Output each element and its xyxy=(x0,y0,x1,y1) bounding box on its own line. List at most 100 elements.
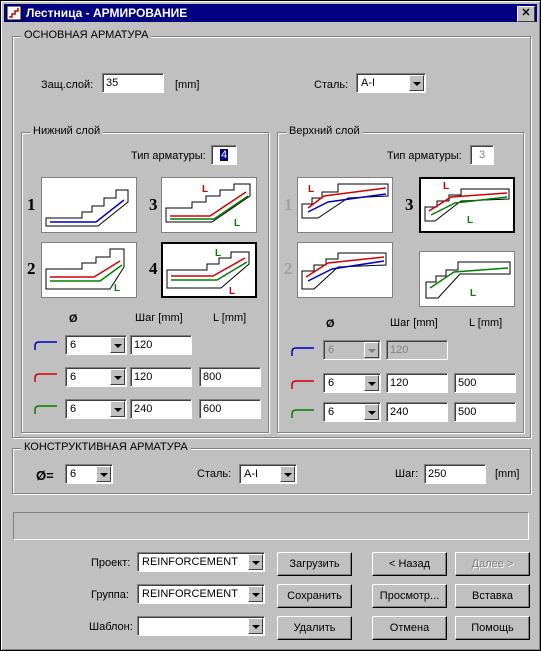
scheme-drawing: L xyxy=(45,248,125,294)
lower-row3-len[interactable]: 600 xyxy=(199,399,261,419)
chevron-down-icon[interactable] xyxy=(110,369,125,385)
load-button[interactable]: Загрузить xyxy=(277,552,352,576)
delete-button[interactable]: Удалить xyxy=(277,616,352,640)
preview-button[interactable]: Просмотр... xyxy=(372,584,447,608)
chevron-down-icon[interactable] xyxy=(364,375,379,391)
constructive-dia-label: Ø= xyxy=(36,468,54,483)
lower-len-header: L [mm] xyxy=(213,312,247,324)
upper-scheme-3[interactable]: L L xyxy=(419,177,515,233)
upper-layer-label: Верхний слой xyxy=(286,125,363,137)
next-button[interactable]: Далее > xyxy=(455,552,530,576)
close-icon: ✕ xyxy=(521,7,531,19)
cancel-button[interactable]: Отмена xyxy=(372,616,447,640)
chevron-down-icon[interactable] xyxy=(248,554,263,570)
lower-scheme-2[interactable]: L xyxy=(41,242,137,298)
upper-scheme-4[interactable]: L xyxy=(419,251,515,307)
upper-step-header: Шаг [mm] xyxy=(390,317,438,329)
chevron-down-icon[interactable] xyxy=(248,618,263,634)
lower-row1-step[interactable]: 120 xyxy=(130,335,192,355)
upper-scheme-2[interactable] xyxy=(297,242,393,298)
upper-row2-step[interactable]: 120 xyxy=(386,373,448,393)
template-label: Шаблон: xyxy=(89,621,133,633)
rebar-red-hook-icon xyxy=(34,373,57,382)
constructive-step-label: Шаг: xyxy=(395,468,419,480)
lower-dia-header: Ø xyxy=(69,313,78,325)
constructive-step-input[interactable]: 250 xyxy=(424,464,486,484)
lower-row3-dia[interactable]: 6 xyxy=(65,399,127,419)
upper-row2-len[interactable]: 500 xyxy=(454,373,516,393)
upper-len-header: L [mm] xyxy=(469,317,503,329)
chevron-down-icon[interactable] xyxy=(364,404,379,420)
constructive-step-unit: [mm] xyxy=(495,468,520,480)
template-select[interactable] xyxy=(137,616,265,636)
cover-label: Защ.слой: xyxy=(41,79,94,91)
chevron-down-icon[interactable] xyxy=(248,586,263,602)
project-select[interactable]: REINFORCEMENT xyxy=(137,552,265,572)
upper-row1-dia[interactable]: 6 xyxy=(323,340,381,360)
rebar-green-hook-icon xyxy=(34,405,57,414)
upper-row1-step[interactable]: 120 xyxy=(386,340,448,360)
lower-type-label: Тип арматуры: xyxy=(131,150,206,162)
insert-button[interactable]: Вставка xyxy=(455,584,530,608)
svg-text:L: L xyxy=(470,288,476,299)
svg-text:L: L xyxy=(308,184,314,195)
upper-row3-step[interactable]: 240 xyxy=(386,402,448,422)
lower-row3-step[interactable]: 240 xyxy=(130,399,192,419)
lower-scheme-3[interactable]: L L xyxy=(161,177,257,233)
constructive-steel-select[interactable]: A-I xyxy=(239,464,297,484)
upper-row2-dia[interactable]: 6 xyxy=(323,373,381,393)
upper-type-input[interactable]: 3 xyxy=(470,145,494,165)
dialog-window: Лестница - АРМИРОВАНИЕ ✕ ОСНОВНАЯ АРМАТУ… xyxy=(0,0,541,651)
upper-dia-header: Ø xyxy=(326,318,335,330)
save-button[interactable]: Сохранить xyxy=(277,584,352,608)
window-title: Лестница - АРМИРОВАНИЕ xyxy=(26,6,188,20)
close-button[interactable]: ✕ xyxy=(517,6,535,22)
steel-label: Сталь: xyxy=(314,79,349,91)
back-button[interactable]: < Назад xyxy=(372,552,447,576)
upper-row2-dia-value: 6 xyxy=(328,377,335,389)
svg-text:L: L xyxy=(215,248,221,259)
lower-row2-len[interactable]: 800 xyxy=(199,367,261,387)
scheme-drawing xyxy=(301,252,387,290)
cover-unit: [mm] xyxy=(175,79,200,91)
lower-row1-dia-value: 6 xyxy=(70,339,77,351)
scheme-number: 1 xyxy=(27,195,36,214)
svg-text:L: L xyxy=(229,286,235,296)
upper-row3-len[interactable]: 500 xyxy=(454,402,516,422)
upper-type-label: Тип арматуры: xyxy=(387,150,462,162)
lower-step-header: Шаг [mm] xyxy=(135,312,183,324)
chevron-down-icon[interactable] xyxy=(364,342,379,358)
constructive-label: КОНСТРУКТИВНАЯ АРМАТУРА xyxy=(21,441,191,453)
group-select[interactable]: REINFORCEMENT xyxy=(137,584,265,604)
svg-text:L: L xyxy=(467,215,473,226)
lower-scheme-4[interactable]: L L xyxy=(161,242,257,298)
scheme-number: 3 xyxy=(405,195,414,214)
scheme-number: 2 xyxy=(284,259,293,278)
status-bar xyxy=(13,512,529,540)
upper-scheme-1[interactable]: L xyxy=(297,177,393,233)
svg-text:L: L xyxy=(443,181,449,192)
group-label: Группа: xyxy=(91,589,129,601)
help-button[interactable]: Помощь xyxy=(455,616,530,640)
scheme-drawing: L xyxy=(425,261,511,299)
upper-row3-dia-value: 6 xyxy=(328,406,335,418)
steel-value: A-I xyxy=(361,77,376,89)
scheme-drawing: L L xyxy=(166,248,250,297)
upper-row3-dia[interactable]: 6 xyxy=(323,402,381,422)
chevron-down-icon[interactable] xyxy=(280,466,295,482)
lower-row1-dia[interactable]: 6 xyxy=(65,335,127,355)
chevron-down-icon[interactable] xyxy=(110,401,125,417)
chevron-down-icon[interactable] xyxy=(110,337,125,353)
cover-input[interactable]: 35 xyxy=(102,73,164,93)
constructive-dia-select[interactable]: 6 xyxy=(65,464,113,484)
chevron-down-icon[interactable] xyxy=(96,466,111,482)
lower-row2-dia[interactable]: 6 xyxy=(65,367,127,387)
chevron-down-icon[interactable] xyxy=(409,75,424,91)
lower-row2-step[interactable]: 120 xyxy=(130,367,192,387)
lower-scheme-1[interactable] xyxy=(41,177,137,233)
steel-select[interactable]: A-I xyxy=(356,73,426,93)
project-value: REINFORCEMENT xyxy=(142,556,238,568)
scheme-number: 3 xyxy=(149,195,158,214)
scheme-drawing xyxy=(45,189,129,227)
lower-type-input[interactable]: 4 xyxy=(211,145,237,165)
